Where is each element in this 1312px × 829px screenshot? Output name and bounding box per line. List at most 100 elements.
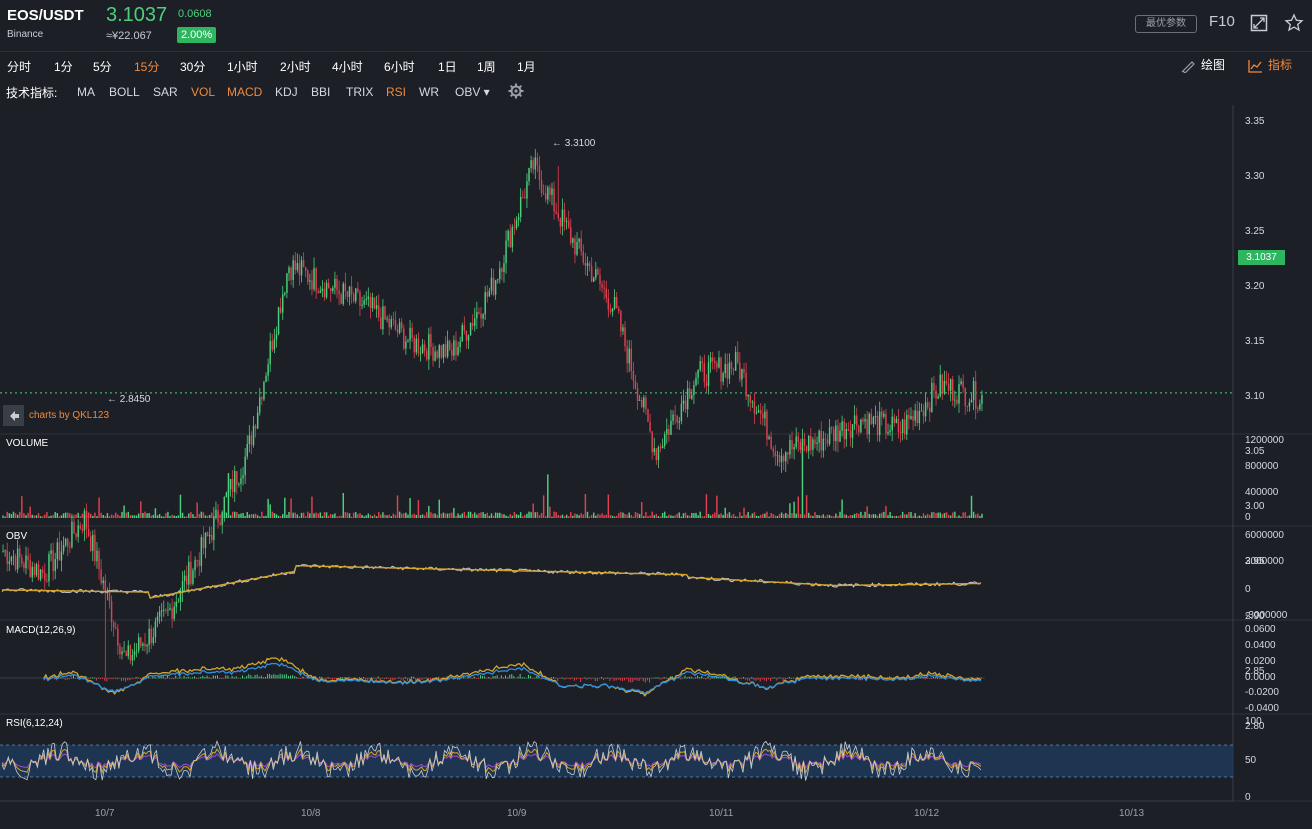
volume-bar (471, 514, 474, 518)
ind-boll[interactable]: BOLL (109, 85, 140, 99)
tf-fenshi[interactable]: 分时 (7, 58, 31, 75)
macd-histogram-bar (267, 674, 269, 679)
candle-body (641, 399, 643, 408)
macd-histogram-bar (233, 677, 235, 679)
volume-bar (334, 513, 336, 518)
volume-bar (509, 514, 511, 518)
ind-macd[interactable]: MACD (227, 85, 262, 99)
candle-body (885, 413, 887, 434)
volume-bar (881, 512, 883, 518)
macd-histogram-bar (770, 678, 772, 682)
tf-1d[interactable]: 1日 (438, 58, 457, 75)
volume-bar (21, 496, 23, 518)
volume-bar (803, 514, 806, 518)
tf-1mo[interactable]: 1月 (517, 58, 536, 75)
macd-histogram-bar (734, 676, 736, 679)
volume-bar (194, 516, 196, 518)
candle-body (572, 238, 574, 243)
macd-histogram-bar (290, 675, 292, 679)
volume-bar (839, 511, 841, 518)
macd-histogram-bar (720, 677, 722, 679)
volume-bar (847, 516, 850, 518)
macd-histogram-bar (920, 676, 922, 679)
candle-body (19, 548, 21, 558)
tf-1m[interactable]: 1分 (54, 58, 73, 75)
volume-bar (112, 515, 115, 518)
tf-4h[interactable]: 4小时 (332, 58, 363, 75)
f10-button[interactable]: F10 (1209, 13, 1235, 30)
candle-body (697, 369, 699, 378)
tf-2h[interactable]: 2小时 (280, 58, 311, 75)
volume-bar (390, 516, 392, 518)
candle-body (826, 439, 829, 444)
macd-histogram-bar (849, 678, 851, 680)
ind-kdj[interactable]: KDJ (275, 85, 298, 99)
candle-body (14, 556, 17, 570)
indicators-button[interactable]: 指标 (1247, 56, 1292, 73)
ind-ma[interactable]: MA (77, 85, 95, 99)
volume-bar (421, 514, 424, 518)
tf-1w[interactable]: 1周 (477, 58, 496, 75)
candle-body (21, 557, 23, 564)
macd-histogram-bar (139, 678, 141, 680)
candle-body (586, 263, 589, 266)
macd-histogram-bar (609, 678, 611, 682)
gear-icon[interactable] (508, 83, 524, 99)
volume-bar (365, 515, 367, 518)
candle-body (307, 270, 309, 282)
volume-bar (657, 516, 660, 518)
tf-6h[interactable]: 6小时 (384, 58, 415, 75)
macd-histogram-bar (786, 678, 788, 679)
candle-body (413, 337, 415, 353)
macd-histogram-bar (156, 677, 158, 679)
candle-body (699, 361, 701, 370)
volume-bar (300, 512, 303, 518)
macd-histogram-bar (482, 675, 484, 679)
ind-bbi[interactable]: BBI (311, 85, 330, 99)
candle-body (814, 439, 816, 444)
volume-bar (25, 515, 27, 518)
macd-histogram-bar (442, 678, 444, 679)
volume-bar (899, 515, 902, 518)
tf-5m[interactable]: 5分 (93, 58, 112, 75)
volume-bar (183, 516, 186, 518)
ind-obv[interactable]: OBV ▾ (455, 85, 490, 99)
macd-histogram-bar (363, 677, 365, 679)
fullscreen-icon[interactable] (1250, 14, 1268, 32)
volume-bar (926, 513, 929, 518)
candle-body (277, 307, 280, 335)
candle-body (670, 420, 672, 435)
favorite-star-icon[interactable] (1284, 13, 1304, 33)
macd-histogram-bar (356, 678, 358, 681)
chart-canvas[interactable] (0, 0, 1312, 829)
ind-sar[interactable]: SAR (153, 85, 178, 99)
macd-histogram-bar (605, 678, 607, 680)
ind-trix[interactable]: TRIX (346, 85, 373, 99)
macd-histogram-bar (586, 678, 588, 680)
ind-vol[interactable]: VOL (191, 85, 215, 99)
macd-histogram-bar (189, 677, 191, 679)
macd-histogram-bar (880, 676, 882, 679)
macd-histogram-bar (964, 677, 966, 679)
macd-histogram-bar (271, 675, 273, 679)
volume-bar (213, 516, 215, 518)
volume-bar (816, 514, 818, 518)
ind-wr[interactable]: WR (419, 85, 439, 99)
best-params-button[interactable]: 最优参数 (1135, 15, 1197, 33)
candle-body (615, 296, 618, 309)
macd-histogram-bar (477, 678, 479, 679)
volume-bar (265, 515, 267, 518)
macd-histogram-bar (216, 675, 218, 679)
macd-histogram-bar (765, 678, 767, 682)
draw-tool-button[interactable]: 绘图 (1180, 56, 1225, 73)
candle-body (436, 351, 438, 358)
volume-bar (23, 513, 25, 518)
tf-15m[interactable]: 15分 (134, 58, 159, 75)
candle-body (872, 417, 875, 425)
ind-rsi[interactable]: RSI (386, 85, 406, 99)
candle-body (396, 329, 399, 333)
tf-1h[interactable]: 1小时 (227, 58, 258, 75)
tf-30m[interactable]: 30分 (180, 58, 205, 75)
volume-bar (787, 514, 789, 518)
candle-body (766, 411, 768, 440)
